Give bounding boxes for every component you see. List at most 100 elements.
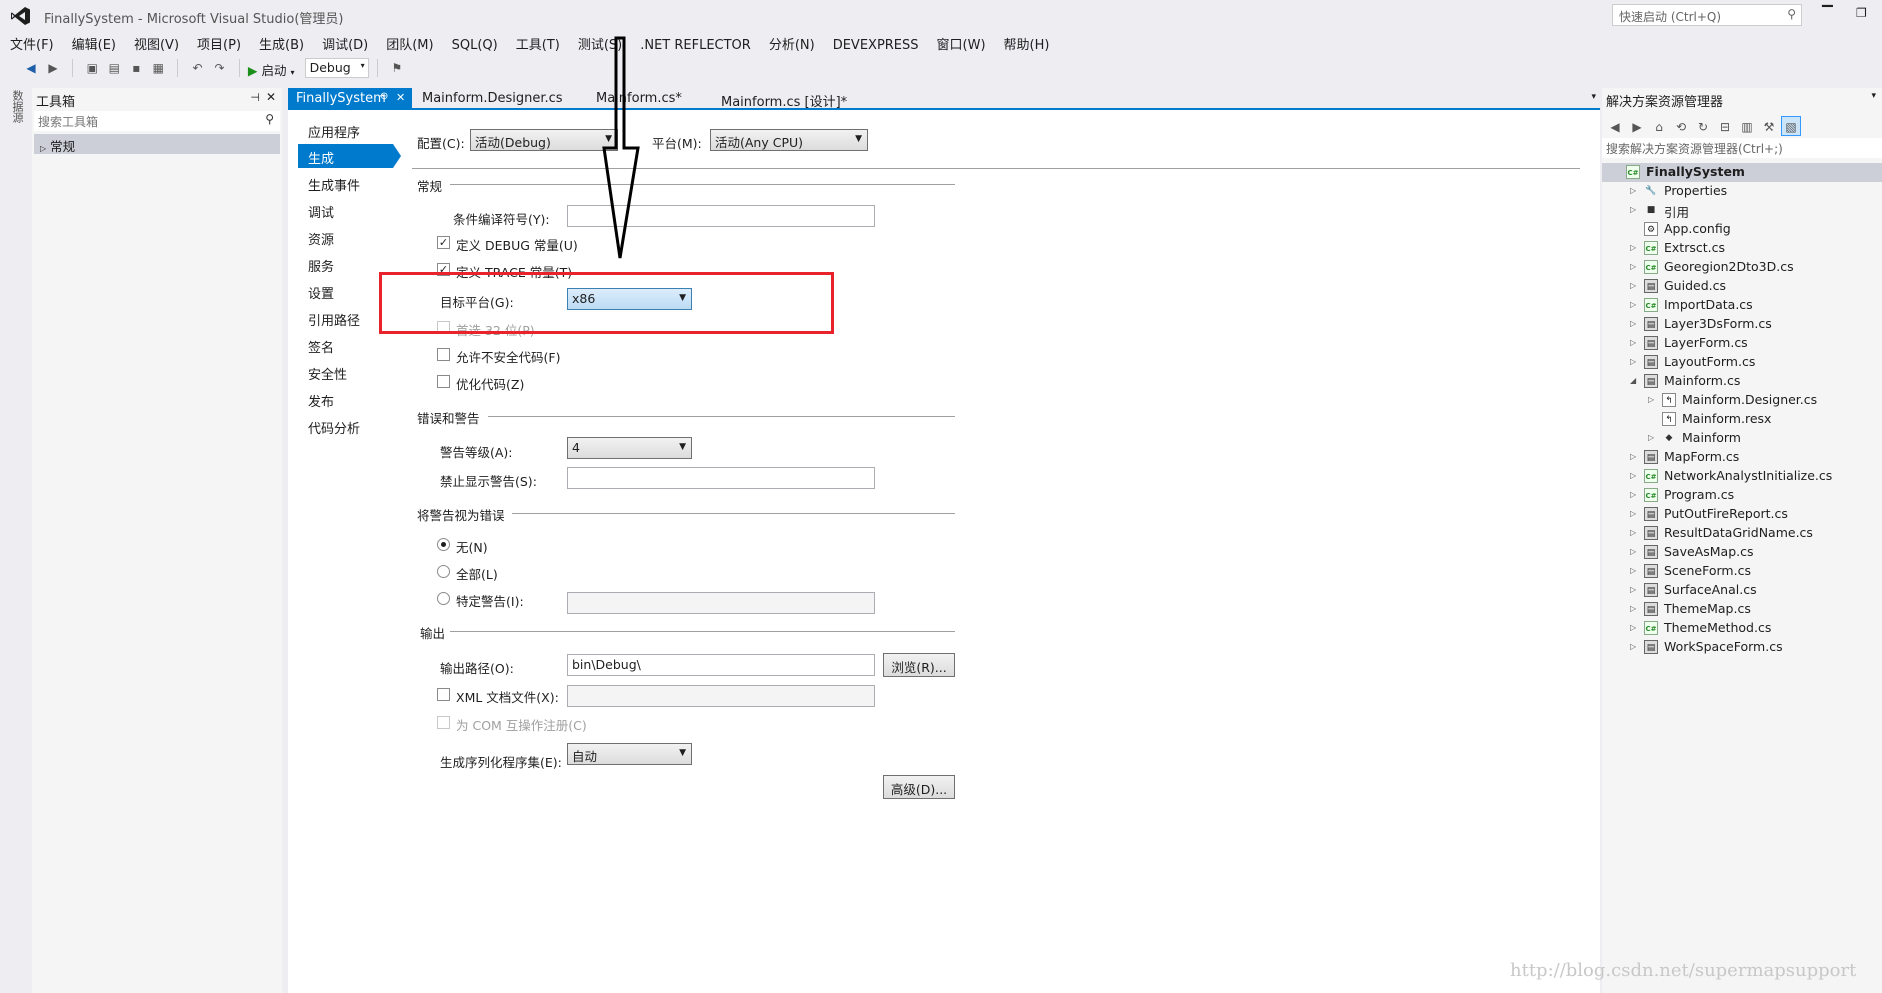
- tree-item[interactable]: ▷ C# Extrsct.cs: [1602, 239, 1882, 258]
- treat-all-radio[interactable]: [437, 565, 450, 578]
- tree-item[interactable]: ▷ C# ThemeMethod.cs: [1602, 619, 1882, 638]
- menu-tools[interactable]: 工具(T): [507, 30, 569, 57]
- config-select[interactable]: 活动(Debug) ▼: [470, 129, 618, 151]
- expand-icon[interactable]: ▷: [1630, 509, 1640, 518]
- nav-security[interactable]: 安全性: [298, 360, 393, 384]
- tree-item[interactable]: ▷ C# NetworkAnalystInitialize.cs: [1602, 467, 1882, 486]
- nav-debug[interactable]: 调试: [298, 198, 393, 222]
- expand-icon[interactable]: ▷: [1630, 262, 1640, 271]
- tree-item[interactable]: ▷ ↰ Mainform.Designer.cs: [1602, 391, 1882, 410]
- expand-icon[interactable]: ▷: [1648, 433, 1658, 442]
- expand-icon[interactable]: ▷: [1630, 528, 1640, 537]
- tree-item[interactable]: ▷ C# Georegion2Dto3D.cs: [1602, 258, 1882, 277]
- tree-item[interactable]: ◢ ▤ Mainform.cs: [1602, 372, 1882, 391]
- xml-doc-input[interactable]: [567, 685, 875, 707]
- dropdown-icon[interactable]: ▾: [1871, 91, 1876, 101]
- back-icon[interactable]: ◀: [1605, 117, 1625, 137]
- expand-icon[interactable]: ▷: [1630, 642, 1640, 651]
- history-icon[interactable]: ⟲: [1671, 117, 1691, 137]
- expand-icon[interactable]: ▷: [1630, 300, 1640, 309]
- menu-project[interactable]: 项目(P): [188, 30, 250, 57]
- refresh-icon[interactable]: ↻: [1693, 117, 1713, 137]
- suppress-warnings-input[interactable]: [567, 467, 875, 489]
- tree-item[interactable]: ▷ ▤ SurfaceAnal.cs: [1602, 581, 1882, 600]
- tab-mainform-design[interactable]: Mainform.cs [设计]*: [713, 88, 855, 110]
- advanced-button[interactable]: 高级(D)...: [883, 775, 955, 799]
- com-register-checkbox[interactable]: [437, 716, 450, 729]
- tree-item[interactable]: ▷ ▤ Layer3DsForm.cs: [1602, 315, 1882, 334]
- new-project-icon[interactable]: ▣: [82, 58, 102, 78]
- forward-icon[interactable]: ▶: [43, 58, 63, 78]
- tree-item[interactable]: ▷ C# ImportData.cs: [1602, 296, 1882, 315]
- pin-icon[interactable]: ⊕: [380, 91, 388, 102]
- nav-code-analysis[interactable]: 代码分析: [298, 414, 393, 438]
- menu-window[interactable]: 窗口(W): [928, 30, 995, 57]
- tree-item[interactable]: ▷ ▤ LayerForm.cs: [1602, 334, 1882, 353]
- expand-icon[interactable]: ▷: [1630, 604, 1640, 613]
- warning-level-select[interactable]: 4 ▼: [567, 437, 692, 459]
- menu-analyze[interactable]: 分析(N): [760, 30, 824, 57]
- treat-specific-radio[interactable]: [437, 592, 450, 605]
- data-sources-tab[interactable]: 数据源: [9, 90, 25, 123]
- expand-icon[interactable]: ▷: [1630, 490, 1640, 499]
- tree-item[interactable]: ▷ ▤ WorkSpaceForm.cs: [1602, 638, 1882, 657]
- tree-item[interactable]: ↰ Mainform.resx: [1602, 410, 1882, 429]
- nav-build-events[interactable]: 生成事件: [298, 171, 393, 195]
- treat-specific-input[interactable]: [567, 592, 875, 614]
- menu-help[interactable]: 帮助(H): [995, 30, 1059, 57]
- expand-icon[interactable]: ▷: [1630, 623, 1640, 632]
- menu-debug[interactable]: 调试(D): [313, 30, 377, 57]
- restore-button[interactable]: ❐: [1856, 6, 1867, 20]
- solution-config-select[interactable]: Debug ▾: [304, 58, 369, 78]
- tab-mainform-designer[interactable]: Mainform.Designer.cs: [414, 88, 571, 110]
- treat-none-radio[interactable]: [437, 538, 450, 551]
- save-icon[interactable]: ▪: [126, 58, 146, 78]
- serialize-select[interactable]: 自动 ▼: [567, 743, 692, 765]
- tree-item[interactable]: ▷ ▤ ResultDataGridName.cs: [1602, 524, 1882, 543]
- save-all-icon[interactable]: ▦: [148, 58, 168, 78]
- back-icon[interactable]: ◀: [21, 58, 41, 78]
- properties-icon[interactable]: ⚒: [1759, 117, 1779, 137]
- collapse-icon[interactable]: ◢: [1630, 376, 1640, 385]
- tab-overflow-icon[interactable]: ▾: [1591, 92, 1596, 102]
- tree-item[interactable]: ▷ ▤ MapForm.cs: [1602, 448, 1882, 467]
- nav-publish[interactable]: 发布: [298, 387, 393, 411]
- browse-button[interactable]: 浏览(R)...: [883, 653, 955, 677]
- menu-file[interactable]: 文件(F): [0, 30, 63, 57]
- menu-team[interactable]: 团队(M): [377, 30, 442, 57]
- expand-icon[interactable]: ▷: [1648, 395, 1658, 404]
- menu-view[interactable]: 视图(V): [125, 30, 188, 57]
- expand-icon[interactable]: ▷: [1630, 357, 1640, 366]
- start-button[interactable]: ▶ 启动 ▾: [248, 60, 295, 79]
- expand-icon[interactable]: ▷: [1630, 338, 1640, 347]
- optimize-checkbox[interactable]: [437, 375, 450, 388]
- tree-item[interactable]: ▷ ▤ LayoutForm.cs: [1602, 353, 1882, 372]
- expand-icon[interactable]: ▷: [1630, 547, 1640, 556]
- menu-sql[interactable]: SQL(Q): [443, 34, 507, 57]
- home-icon[interactable]: ⌂: [1649, 117, 1669, 137]
- menu-edit[interactable]: 编辑(E): [63, 30, 125, 57]
- expand-icon[interactable]: ▷: [1630, 319, 1640, 328]
- tree-item[interactable]: ⚙ App.config: [1602, 220, 1882, 239]
- tree-item[interactable]: ▷ ▤ SaveAsMap.cs: [1602, 543, 1882, 562]
- nav-build[interactable]: 生成: [298, 144, 393, 168]
- tree-item[interactable]: C# FinallySystem: [1602, 163, 1882, 182]
- expand-icon[interactable]: ▷: [1630, 566, 1640, 575]
- tree-item[interactable]: ▷ ▤ SceneForm.cs: [1602, 562, 1882, 581]
- tree-item[interactable]: ▷ ▤ PutOutFireReport.cs: [1602, 505, 1882, 524]
- toolbox-search-input[interactable]: 搜索工具箱 ⚲: [34, 111, 280, 131]
- minimize-button[interactable]: ▔: [1822, 6, 1833, 22]
- quick-launch-input[interactable]: 快速启动 (Ctrl+Q) ⚲: [1612, 4, 1802, 26]
- tree-item[interactable]: ▷ ◆ Mainform: [1602, 429, 1882, 448]
- allow-unsafe-checkbox[interactable]: [437, 348, 450, 361]
- tab-finallysystem[interactable]: FinallySystem ⊕ ✕: [288, 88, 412, 110]
- open-icon[interactable]: ▤: [104, 58, 124, 78]
- redo-icon[interactable]: ↷: [210, 58, 230, 78]
- close-icon[interactable]: ✕: [396, 91, 405, 104]
- menu-net-reflector[interactable]: .NET REFLECTOR: [631, 34, 760, 57]
- output-path-input[interactable]: bin\Debug\: [567, 654, 875, 676]
- pin-icon[interactable]: ⊣: [250, 91, 260, 104]
- tree-item[interactable]: ▷ ■ 引用: [1602, 201, 1882, 220]
- expand-icon[interactable]: ▷: [1630, 452, 1640, 461]
- collapse-all-icon[interactable]: ⊟: [1715, 117, 1735, 137]
